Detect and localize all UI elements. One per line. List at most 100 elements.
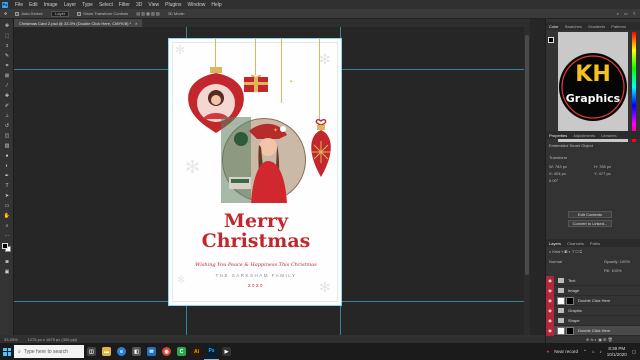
christmas-card-artboard[interactable]: ✻ ✻ ✻ ✻ ✻ ✦ ✦ ✦ Merry Christmas Wishing … (168, 38, 342, 306)
layer-filter-row[interactable]: ⌕ Kind ▾ ▣ ◐ T ⬚ ⊡ (549, 249, 582, 254)
foreground-color-swatch[interactable] (2, 243, 8, 249)
taskbar-app-photoshop[interactable]: Ps (204, 343, 219, 360)
convert-linked-button[interactable]: Convert to Linked... (568, 220, 612, 227)
menu-filter[interactable]: Filter (116, 2, 133, 8)
layer-row[interactable]: ◉ Graphic (546, 305, 640, 316)
layer-row[interactable]: ◉ Text (546, 275, 640, 286)
marquee-tool-icon[interactable]: ⬚ (3, 33, 11, 39)
taskbar-app-edge[interactable]: e (114, 343, 129, 360)
taskbar-app-camtasia[interactable]: C (174, 343, 189, 360)
taskbar-app-illustrator[interactable]: Ai (189, 343, 204, 360)
volume-icon[interactable]: ♪ (599, 349, 601, 354)
show-transform-checkbox[interactable] (77, 11, 82, 16)
tab-color[interactable]: Color (546, 24, 562, 29)
taskbar-app-media[interactable]: ▶ (219, 343, 234, 360)
search-icon[interactable]: ⌕ (617, 11, 619, 16)
visibility-eye-icon[interactable]: ◉ (546, 275, 554, 286)
taskbar-app-mail[interactable]: ✉ (144, 343, 159, 360)
brush-tool-icon[interactable]: ✐ (3, 103, 11, 109)
screen-mode-icon[interactable]: ▣ (3, 269, 11, 275)
quick-select-tool-icon[interactable]: ✎ (3, 53, 11, 59)
menu-window[interactable]: Window (185, 2, 209, 8)
y-field[interactable]: Y: 477 px (594, 171, 611, 176)
taskbar-app-chrome[interactable]: ◉ (159, 343, 174, 360)
document-size[interactable]: 1275 px x 1875 px (300 ppi) (28, 337, 78, 342)
type-tool-icon[interactable]: T (3, 183, 11, 189)
blend-mode-dropdown[interactable]: Normal (549, 259, 562, 264)
menu-3d[interactable]: 3D (133, 2, 145, 8)
more-tools-icon[interactable]: ··· (3, 233, 11, 239)
clock[interactable]: 8:39 PM 10/1/2020 (607, 346, 627, 358)
visibility-eye-icon[interactable]: ◉ (546, 295, 554, 306)
tab-patterns[interactable]: Patterns (608, 24, 629, 29)
tray-expand-icon[interactable]: ⌃ (583, 349, 587, 355)
share-icon[interactable]: ⇪ (633, 11, 636, 16)
visibility-eye-icon[interactable]: ◉ (546, 285, 554, 296)
angle-field[interactable]: 0.00° (549, 178, 558, 183)
eraser-tool-icon[interactable]: ◫ (3, 133, 11, 139)
tab-properties[interactable]: Properties (546, 133, 570, 138)
network-icon[interactable]: ⌂ (592, 349, 595, 354)
crop-tool-icon[interactable]: ⌗ (3, 63, 11, 69)
frame-tool-icon[interactable]: ⊠ (3, 73, 11, 79)
show-transform-option[interactable]: Show Transform Controls (73, 11, 132, 16)
document-tab[interactable]: Christmas Card 2.psd @ 33.3% (Double Cli… (14, 19, 143, 27)
layer-row[interactable]: ◉ Image (546, 285, 640, 296)
tab-gradients[interactable]: Gradients (585, 24, 608, 29)
rectangle-tool-icon[interactable]: ▭ (3, 203, 11, 209)
auto-select-option[interactable]: Auto-Select: (11, 11, 47, 16)
menu-image[interactable]: Image (41, 2, 61, 8)
workspace-icon[interactable]: ▭ (624, 11, 628, 16)
menu-edit[interactable]: Edit (26, 2, 41, 8)
card-title-merry[interactable]: Merry (169, 211, 343, 231)
x-field[interactable]: X: 404 px (549, 171, 566, 176)
tab-paths[interactable]: Paths (587, 241, 603, 246)
lasso-tool-icon[interactable]: ↄ (3, 43, 11, 49)
color-picker-field[interactable]: KH Graphics (558, 32, 628, 142)
tab-adjustments[interactable]: Adjustments (570, 133, 598, 138)
card-wish-text[interactable]: Wishing You Peace & Happiness This Chris… (169, 262, 343, 268)
zoom-tool-icon[interactable]: ⌕ (3, 223, 11, 229)
visibility-eye-icon[interactable]: ◉ (546, 305, 554, 316)
menu-file[interactable]: File (12, 2, 26, 8)
visibility-eye-icon[interactable]: ◉ (546, 325, 554, 336)
quick-mask-icon[interactable]: ◙ (3, 259, 11, 265)
history-brush-tool-icon[interactable]: ↺ (3, 123, 11, 129)
dodge-tool-icon[interactable]: ◐ (3, 163, 11, 169)
eyedropper-tool-icon[interactable]: ⁄ (3, 83, 11, 89)
recording-icon[interactable]: ● (546, 349, 549, 354)
align-icons[interactable]: ▤ ▥ ▦ ▧ ▨ (132, 11, 163, 16)
fill-field[interactable]: Fill: 100% (604, 268, 622, 273)
tab-channels[interactable]: Channels (564, 241, 587, 246)
menu-type[interactable]: Type (79, 2, 96, 8)
path-select-tool-icon[interactable]: ➤ (3, 193, 11, 199)
pen-tool-icon[interactable]: ✒ (3, 173, 11, 179)
start-button[interactable] (0, 343, 14, 360)
recording-label[interactable]: Near record (554, 349, 578, 354)
task-view-button[interactable]: ◫ (84, 343, 99, 360)
card-year[interactable]: 2020 (169, 283, 343, 288)
tab-libraries[interactable]: Libraries (598, 133, 619, 138)
move-tool-icon[interactable]: ✥ (3, 23, 11, 29)
menu-select[interactable]: Select (96, 2, 116, 8)
menu-layer[interactable]: Layer (61, 2, 80, 8)
layer-row[interactable]: ◉ Shape (546, 315, 640, 326)
auto-select-dropdown[interactable]: Layer (51, 10, 70, 17)
panel-fg-swatch[interactable] (548, 37, 554, 43)
tab-layers[interactable]: Layers (546, 241, 564, 246)
opacity-field[interactable]: Opacity: 100% (604, 259, 630, 264)
scrollbar-thumb[interactable] (525, 35, 529, 275)
layer-row[interactable]: ◉ Double Click Here (546, 295, 640, 306)
healing-brush-tool-icon[interactable]: ✚ (3, 93, 11, 99)
blur-tool-icon[interactable]: ● (3, 153, 11, 159)
menu-help[interactable]: Help (208, 2, 224, 8)
move-tool-icon[interactable]: ✥ (0, 11, 11, 16)
card-title-christmas[interactable]: Christmas (169, 231, 343, 251)
gradient-tool-icon[interactable]: ▥ (3, 143, 11, 149)
visibility-eye-icon[interactable]: ◉ (546, 315, 554, 326)
auto-select-checkbox[interactable] (15, 11, 20, 16)
notifications-icon[interactable]: ▢ (632, 349, 636, 355)
card-family-name[interactable]: THE SARKSHAM FAMILY (169, 273, 343, 278)
tab-swatches[interactable]: Swatches (562, 24, 585, 29)
hand-tool-icon[interactable]: ✋ (3, 213, 11, 219)
